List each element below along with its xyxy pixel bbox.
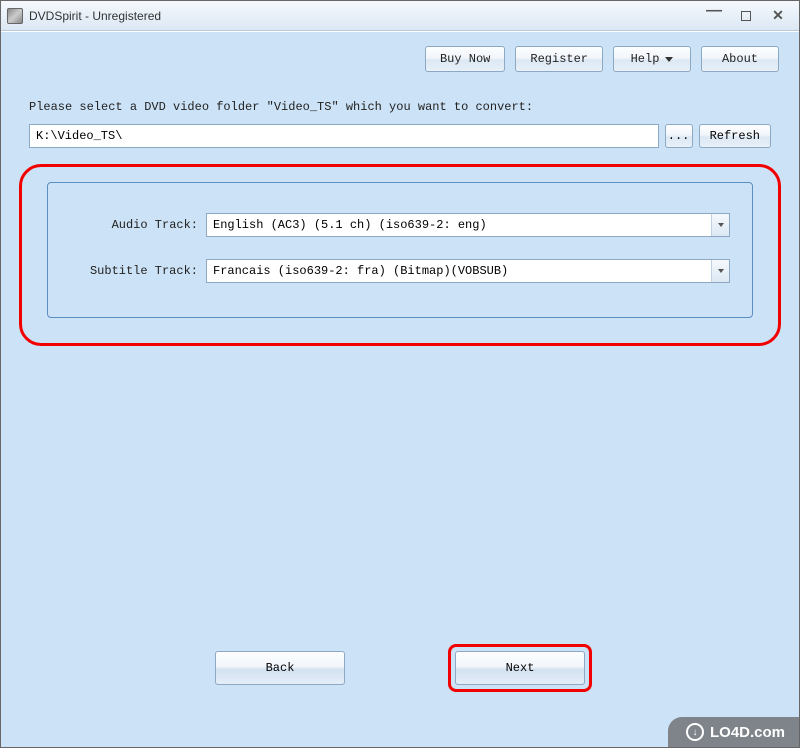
help-label: Help bbox=[631, 52, 660, 66]
minimize-button[interactable]: — bbox=[705, 7, 723, 25]
chevron-down-icon bbox=[711, 260, 729, 282]
subtitle-track-select[interactable]: Francais (iso639-2: fra) (Bitmap)(VOBSUB… bbox=[206, 259, 730, 283]
window-title: DVDSpirit - Unregistered bbox=[29, 9, 705, 23]
app-icon bbox=[7, 8, 23, 24]
folder-path-input[interactable] bbox=[29, 124, 659, 148]
track-fieldset: Audio Track: English (AC3) (5.1 ch) (iso… bbox=[47, 182, 753, 318]
audio-track-row: Audio Track: English (AC3) (5.1 ch) (iso… bbox=[70, 213, 730, 237]
about-button[interactable]: About bbox=[701, 46, 779, 72]
watermark: ↓ LO4D.com bbox=[668, 717, 799, 747]
buy-now-button[interactable]: Buy Now bbox=[425, 46, 505, 72]
browse-button[interactable]: ... bbox=[665, 124, 693, 148]
nav-row: Back Next bbox=[1, 651, 799, 685]
maximize-button[interactable] bbox=[737, 7, 755, 25]
audio-track-label: Audio Track: bbox=[70, 218, 206, 232]
titlebar[interactable]: DVDSpirit - Unregistered — ✕ bbox=[1, 1, 799, 31]
watermark-icon: ↓ bbox=[686, 723, 704, 741]
help-button[interactable]: Help bbox=[613, 46, 691, 72]
close-button[interactable]: ✕ bbox=[769, 7, 787, 25]
audio-track-value: English (AC3) (5.1 ch) (iso639-2: eng) bbox=[213, 218, 487, 232]
chevron-down-icon bbox=[665, 57, 673, 62]
chevron-down-icon bbox=[711, 214, 729, 236]
subtitle-track-label: Subtitle Track: bbox=[70, 264, 206, 278]
refresh-button[interactable]: Refresh bbox=[699, 124, 771, 148]
maximize-icon bbox=[741, 11, 751, 21]
prompt-text: Please select a DVD video folder "Video_… bbox=[29, 100, 771, 114]
client-area: Buy Now Register Help About Please selec… bbox=[1, 31, 799, 747]
audio-track-select[interactable]: English (AC3) (5.1 ch) (iso639-2: eng) bbox=[206, 213, 730, 237]
register-button[interactable]: Register bbox=[515, 46, 603, 72]
watermark-text: LO4D.com bbox=[710, 724, 785, 741]
track-section: Audio Track: English (AC3) (5.1 ch) (iso… bbox=[47, 182, 753, 318]
window-controls: — ✕ bbox=[705, 7, 793, 25]
next-button[interactable]: Next bbox=[455, 651, 585, 685]
subtitle-track-row: Subtitle Track: Francais (iso639-2: fra)… bbox=[70, 259, 730, 283]
back-button[interactable]: Back bbox=[215, 651, 345, 685]
app-window: DVDSpirit - Unregistered — ✕ Buy Now Reg… bbox=[0, 0, 800, 748]
subtitle-track-value: Francais (iso639-2: fra) (Bitmap)(VOBSUB… bbox=[213, 264, 508, 278]
path-row: ... Refresh bbox=[29, 124, 771, 148]
toolbar: Buy Now Register Help About bbox=[1, 32, 799, 80]
main-panel: Please select a DVD video folder "Video_… bbox=[1, 80, 799, 338]
next-button-wrap: Next bbox=[455, 651, 585, 685]
